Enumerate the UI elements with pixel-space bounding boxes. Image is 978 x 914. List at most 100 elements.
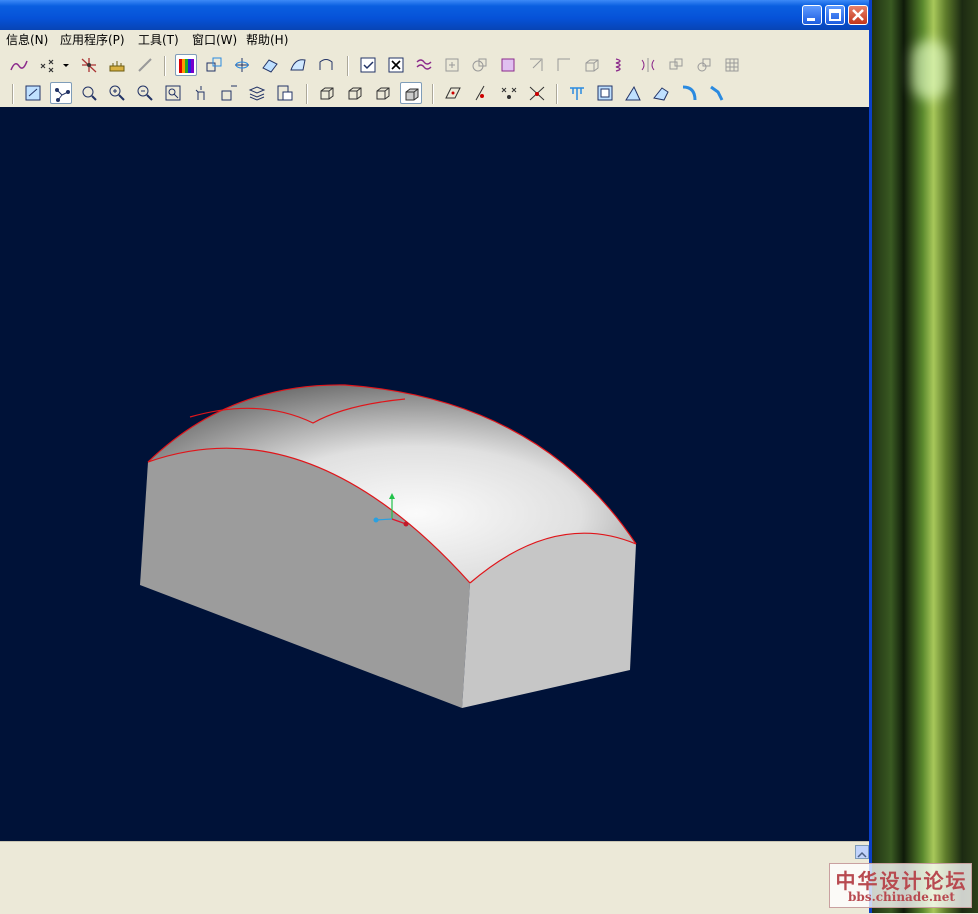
sweep-icon [653, 87, 669, 101]
refresh-view-button[interactable] [22, 82, 44, 104]
edit-curve-icon [529, 86, 545, 101]
menu-tools[interactable]: 工具(T) [138, 31, 179, 48]
spring-button[interactable] [609, 54, 631, 76]
square-button[interactable] [497, 54, 519, 76]
camera-icon [277, 85, 293, 101]
menu-help[interactable]: 帮助(H) [246, 31, 288, 48]
front-view-button[interactable] [344, 82, 366, 104]
status-area [0, 841, 869, 914]
measure-button[interactable] [106, 54, 128, 76]
scroll-up-button[interactable] [855, 845, 869, 859]
menu-window[interactable]: 窗口(W) [192, 31, 237, 48]
sketch-button[interactable] [315, 54, 337, 76]
bend-button[interactable] [678, 82, 700, 104]
toolbar-curves [0, 52, 869, 79]
mirror-button[interactable] [637, 54, 659, 76]
grid-button[interactable] [721, 54, 743, 76]
trim-button[interactable] [525, 54, 547, 76]
extrude-button[interactable] [566, 82, 588, 104]
toolbar-separator [12, 84, 14, 104]
menu-info[interactable]: 信息(N) [6, 31, 48, 48]
edit-points-button[interactable] [498, 82, 520, 104]
datum-plane-button[interactable] [259, 54, 281, 76]
watermark-url: bbs.chinade.net [848, 890, 955, 904]
graphics-viewport[interactable] [0, 107, 869, 841]
point-set-button[interactable] [36, 54, 58, 76]
datum-plane-icon [262, 59, 278, 73]
close-button[interactable] [848, 5, 868, 25]
refresh-view-icon [25, 85, 41, 101]
pattern-button[interactable] [665, 54, 687, 76]
layers-button[interactable] [246, 82, 268, 104]
plane-edit-button[interactable] [442, 82, 464, 104]
color-map-button[interactable] [175, 54, 197, 76]
forum-watermark: 中华设计论坛 bbs.chinade.net [829, 863, 972, 908]
toolbar-separator [347, 56, 349, 76]
minimize-button[interactable] [802, 5, 822, 25]
offset-icon [697, 58, 711, 72]
rectangle-button[interactable] [553, 54, 575, 76]
close-icon [852, 9, 864, 21]
offset-face-button[interactable] [594, 82, 616, 104]
curve-icon [10, 60, 28, 71]
zoom-fit-button[interactable] [162, 82, 184, 104]
datum-axis-icon [235, 58, 249, 72]
datum-axis-button[interactable] [231, 54, 253, 76]
node-button[interactable] [50, 82, 72, 104]
offset-face-icon [597, 85, 613, 101]
menu-bar: 信息(N) 应用程序(P) 工具(T) 窗口(W) 帮助(H) [0, 30, 869, 50]
desktop-background [872, 0, 978, 913]
curve-button[interactable] [8, 54, 30, 76]
wave-icon [416, 59, 432, 70]
copy-button[interactable] [469, 54, 491, 76]
label-icon [221, 85, 237, 101]
zoom-out-icon [137, 85, 153, 101]
plane-edit-icon [445, 87, 461, 99]
chamfer-button[interactable] [622, 82, 644, 104]
move-button[interactable] [441, 54, 463, 76]
list-icon [360, 57, 376, 73]
line-tool-button[interactable] [134, 54, 156, 76]
pan-button[interactable] [190, 82, 212, 104]
toolbar-separator [306, 84, 308, 104]
delete-button[interactable] [385, 54, 407, 76]
box-button[interactable] [581, 54, 603, 76]
back-view-button[interactable] [372, 82, 394, 104]
wave-button[interactable] [413, 54, 435, 76]
point-set-icon [40, 59, 54, 73]
edit-curve-button[interactable] [526, 82, 548, 104]
iso-view-button[interactable] [316, 82, 338, 104]
title-bar[interactable] [0, 0, 869, 30]
zoom-fit-icon [165, 85, 181, 101]
move-icon [445, 58, 459, 72]
blend-button[interactable] [706, 82, 728, 104]
mirror-icon [641, 58, 655, 72]
zoom-out-button[interactable] [134, 82, 156, 104]
transform-button[interactable] [203, 54, 225, 76]
front-view-icon [348, 87, 362, 100]
transform-icon [206, 57, 222, 72]
shaded-view-button[interactable] [400, 82, 422, 104]
sweep-button[interactable] [650, 82, 672, 104]
maximize-button[interactable] [825, 5, 845, 25]
edit-point-button[interactable] [470, 82, 492, 104]
zoom-in-button[interactable] [106, 82, 128, 104]
zoom-orbit-button[interactable] [78, 82, 100, 104]
camera-button[interactable] [274, 82, 296, 104]
extrude-icon [570, 87, 584, 100]
menu-application[interactable]: 应用程序(P) [60, 31, 125, 48]
label-button[interactable] [218, 82, 240, 104]
point-dropdown[interactable] [60, 54, 72, 76]
offset-button[interactable] [693, 54, 715, 76]
shaded-view-icon [405, 88, 419, 101]
intersect-point-button[interactable] [78, 54, 100, 76]
delete-icon [388, 57, 404, 73]
list-button[interactable] [357, 54, 379, 76]
pattern-icon [669, 58, 683, 70]
zoom-in-icon [109, 85, 125, 101]
rectangle-icon [557, 58, 570, 71]
bend-icon [682, 85, 697, 101]
surface-button[interactable] [287, 54, 309, 76]
back-view-icon [376, 87, 390, 100]
model-3d[interactable] [0, 107, 869, 841]
